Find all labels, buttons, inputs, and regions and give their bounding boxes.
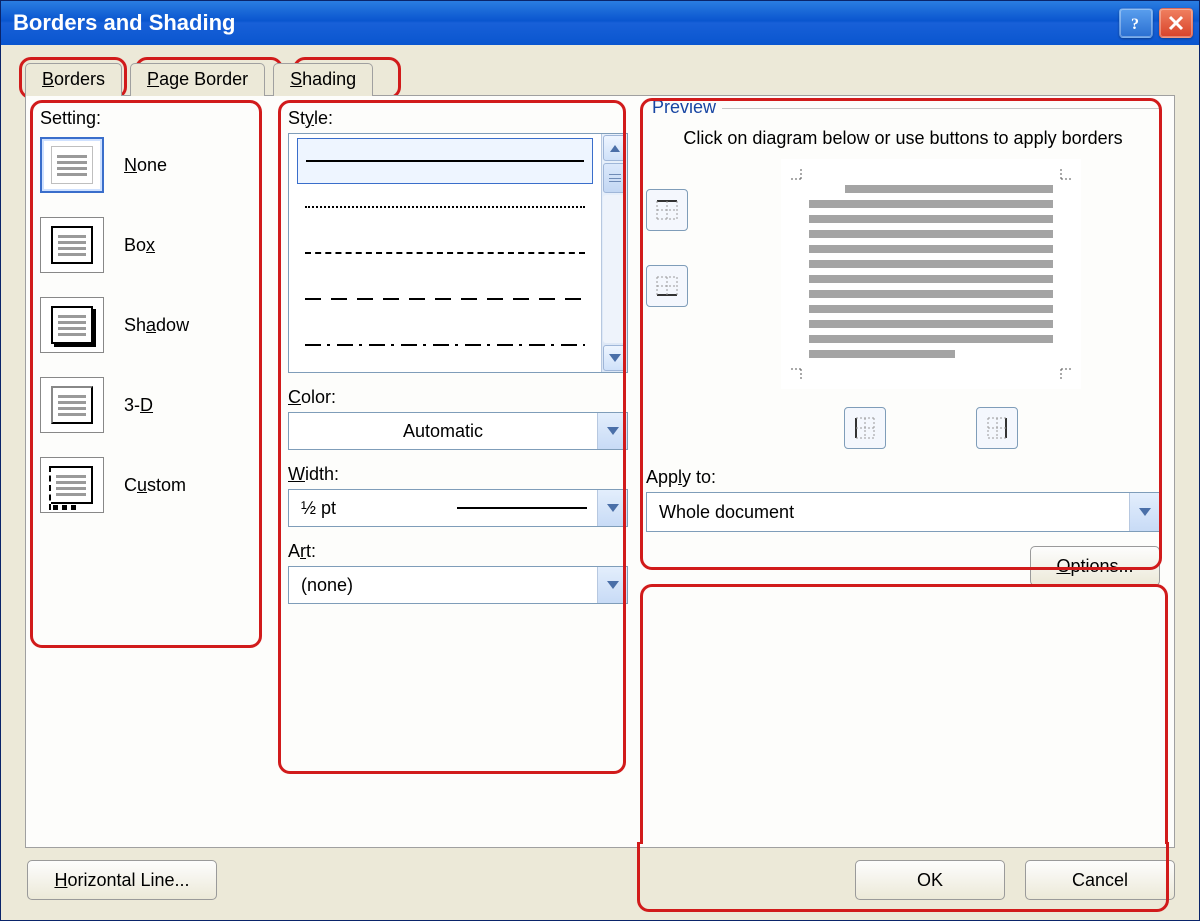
titlebar: Borders and Shading ?	[1, 1, 1199, 45]
svg-text:?: ?	[1131, 16, 1139, 32]
style-option-dashed-long[interactable]	[297, 276, 593, 322]
help-button[interactable]: ?	[1119, 8, 1153, 38]
chevron-down-icon	[597, 490, 627, 526]
style-option-dashed-short[interactable]	[297, 230, 593, 276]
setting-none[interactable]: None	[40, 137, 270, 193]
chevron-down-icon	[1129, 493, 1159, 531]
scroll-down-button[interactable]	[603, 345, 626, 371]
style-section: Style:	[288, 108, 628, 833]
art-label: Art:	[288, 541, 628, 562]
apply-to-section: Apply to: Whole document Options...	[646, 467, 1160, 586]
style-listbox[interactable]	[288, 133, 628, 373]
border-top-button[interactable]	[646, 189, 688, 231]
width-value: ½ pt	[289, 498, 457, 519]
dialog-actions: Horizontal Line... OK Cancel	[25, 848, 1175, 900]
setting-label: Setting:	[40, 108, 270, 129]
style-label: Style:	[288, 108, 628, 129]
help-icon: ?	[1129, 14, 1143, 32]
tab-panel: Setting: None Box Shadow	[25, 95, 1175, 848]
close-icon	[1168, 15, 1184, 31]
setting-custom[interactable]: Custom	[40, 457, 270, 513]
style-scrollbar[interactable]	[601, 134, 627, 372]
color-dropdown[interactable]: Automatic	[288, 412, 628, 450]
style-option-solid[interactable]	[297, 138, 593, 184]
preview-page-icon	[809, 185, 1053, 358]
border-left-button[interactable]	[844, 407, 886, 449]
client-area: Borders Page Border Shading Setting: Non…	[1, 45, 1199, 920]
preview-section: Preview Click on diagram below or use bu…	[646, 108, 1160, 449]
window-title: Borders and Shading	[13, 10, 235, 36]
border-bottom-button[interactable]	[646, 265, 688, 307]
tab-borders[interactable]: Borders	[25, 63, 122, 96]
tab-shading[interactable]: Shading	[273, 63, 373, 96]
width-sample-line	[457, 507, 587, 509]
setting-3d[interactable]: 3-D	[40, 377, 270, 433]
ok-button[interactable]: OK	[855, 860, 1005, 900]
apply-to-label: Apply to:	[646, 467, 1160, 488]
cancel-button[interactable]: Cancel	[1025, 860, 1175, 900]
color-value: Automatic	[289, 421, 597, 442]
setting-section: Setting: None Box Shadow	[40, 108, 270, 833]
scroll-up-button[interactable]	[603, 135, 626, 161]
chevron-down-icon	[597, 413, 627, 449]
setting-box[interactable]: Box	[40, 217, 270, 273]
scroll-thumb[interactable]	[603, 163, 626, 193]
tab-strip: Borders Page Border Shading	[25, 63, 1175, 96]
apply-to-dropdown[interactable]: Whole document	[646, 492, 1160, 532]
art-dropdown[interactable]: (none)	[288, 566, 628, 604]
border-bottom-icon	[655, 274, 679, 298]
horizontal-line-button[interactable]: Horizontal Line...	[27, 860, 217, 900]
borders-shading-dialog: Borders and Shading ? Borders Page Borde…	[0, 0, 1200, 921]
apply-to-value: Whole document	[647, 502, 1129, 523]
close-button[interactable]	[1159, 8, 1193, 38]
style-option-dash-dot[interactable]	[297, 322, 593, 368]
scroll-track[interactable]	[603, 195, 626, 343]
tab-page-border[interactable]: Page Border	[130, 63, 265, 96]
border-top-icon	[655, 198, 679, 222]
border-right-icon	[985, 416, 1009, 440]
preview-diagram[interactable]	[781, 159, 1081, 389]
width-label: Width:	[288, 464, 628, 485]
setting-shadow[interactable]: Shadow	[40, 297, 270, 353]
preview-help-text: Click on diagram below or use buttons to…	[646, 128, 1160, 149]
options-button[interactable]: Options...	[1030, 546, 1160, 586]
preview-label: Preview	[646, 97, 722, 118]
art-value: (none)	[289, 575, 597, 596]
color-label: Color:	[288, 387, 628, 408]
chevron-down-icon	[597, 567, 627, 603]
width-dropdown[interactable]: ½ pt	[288, 489, 628, 527]
border-right-button[interactable]	[976, 407, 1018, 449]
style-option-dotted[interactable]	[297, 184, 593, 230]
border-left-icon	[853, 416, 877, 440]
